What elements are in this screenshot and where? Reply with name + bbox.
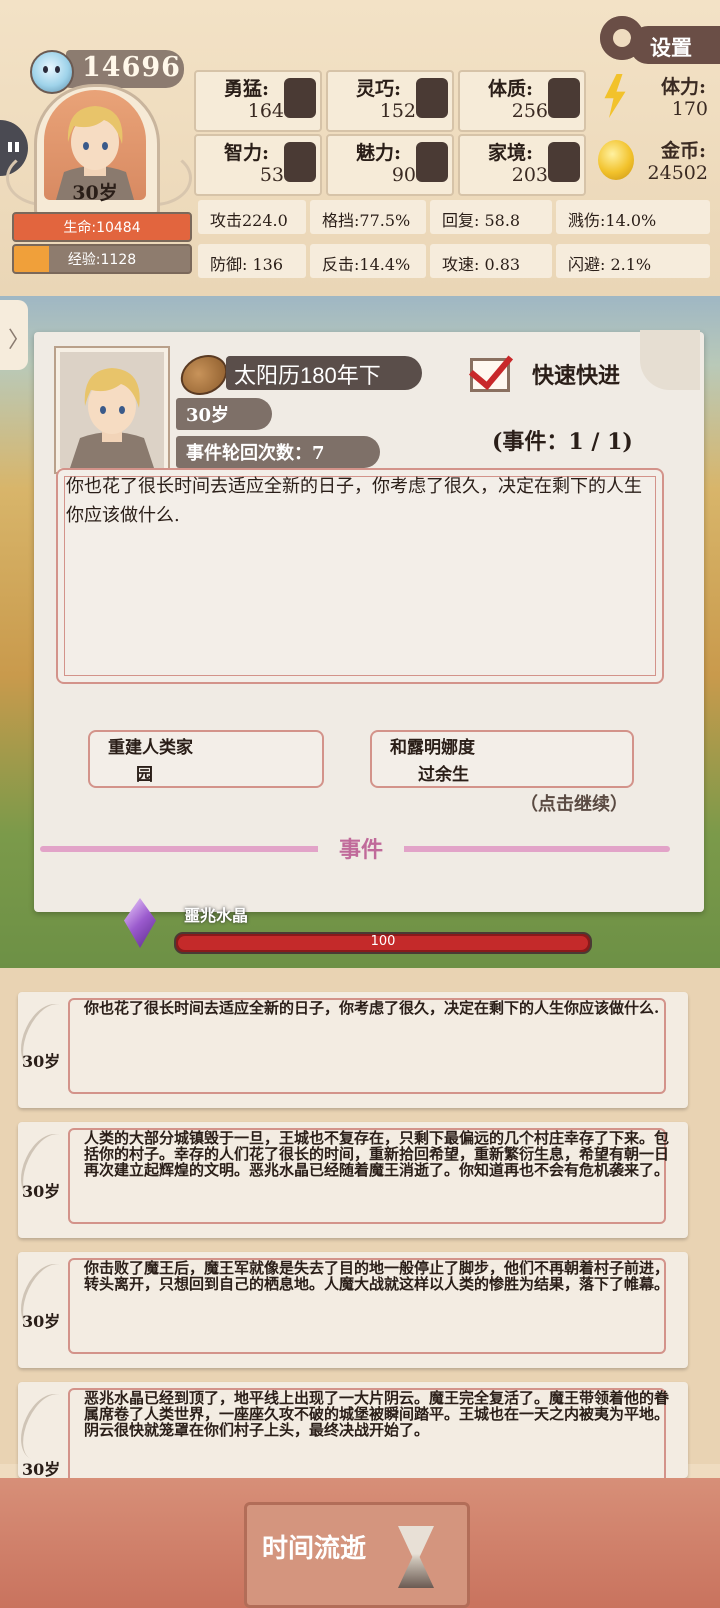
combat-stat: 反击:14.4% — [322, 255, 411, 274]
log-entry: 30岁 人类的大部分城镇毁于一旦，王城也不复存在，只剩下最偏远的几个村庄幸存了下… — [11, 1122, 688, 1238]
combat-evade: 闪避: 2.1% — [556, 244, 710, 278]
combat-block: 格挡:77.5% — [310, 200, 426, 234]
paper-curl — [640, 330, 700, 390]
log-age: 30岁 — [22, 1460, 61, 1478]
exp-bar: 经验:1128 — [12, 244, 192, 274]
stat-family: 家境: 203 — [458, 134, 586, 196]
stat-label: 勇猛: — [224, 78, 270, 100]
crystal-name: 噩兆水晶 — [184, 906, 249, 925]
stamina-label: 体力: — [660, 76, 706, 98]
stat-value: 152 — [379, 100, 416, 122]
time-pass-label[interactable]: 时间流逝 — [262, 1528, 366, 1565]
hand-icon — [416, 78, 448, 118]
log-text: 你击败了魔王后，魔王军就像是失去了目的地一般停止了脚步，他们不再朝着村子前进，转… — [84, 1259, 670, 1293]
combat-stat: 回复: 58.8 — [442, 211, 521, 230]
muscle-icon — [548, 78, 580, 118]
stat-label: 体质: — [488, 78, 534, 100]
combat-stat: 闪避: 2.1% — [568, 255, 652, 274]
side-expand-button[interactable]: 〉 — [0, 300, 31, 370]
fast-forward-label[interactable]: 快速快进 — [532, 358, 620, 390]
log-text: 恶兆水晶已经到顶了，地平线上出现了一大片阴云。魔王完全复活了。魔王带领着他的眷属… — [84, 1389, 670, 1439]
combat-counter: 反击:14.4% — [310, 244, 426, 278]
stat-label: 灵巧: — [356, 78, 402, 100]
stat-agility: 灵巧: 152 — [326, 70, 454, 132]
character-portrait-icon — [60, 352, 164, 468]
stat-label: 魅力: — [356, 142, 402, 164]
soul-icon — [30, 50, 74, 94]
event-age: 30岁 — [186, 405, 230, 426]
stat-value: 90 — [391, 164, 416, 186]
bag-icon — [548, 142, 580, 182]
exp-text: 经验:1128 — [67, 252, 137, 268]
crystal-bar: 100 — [174, 932, 592, 954]
log-age: 30岁 — [22, 1182, 61, 1201]
combat-stat: 攻速: 0.83 — [442, 255, 521, 274]
log-entry: 30岁 恶兆水晶已经到顶了，地平线上出现了一大片阴云。魔王完全复活了。魔王带领着… — [18, 1382, 688, 1478]
score-value: 14696 — [82, 52, 181, 83]
combat-stat: 格挡:77.5% — [322, 211, 411, 230]
stat-label: 智力: — [224, 142, 270, 164]
combat-stat: 攻击224.0 — [210, 211, 288, 230]
stat-label: 家境: — [488, 142, 534, 164]
life-text: 生命:10484 — [63, 220, 141, 236]
combat-splash: 溅伤:14.0% — [556, 200, 710, 234]
gold-label: 金币: — [660, 140, 706, 162]
fist-icon — [284, 78, 316, 118]
choice-lumina-button[interactable]: 和露明娜度 过余生 — [370, 730, 634, 788]
event-cycles: 事件轮回次数：7 — [186, 443, 325, 464]
log-text: 你也花了很长时间去适应全新的日子，你考虑了很久，决定在剩下的人生你应该做什么. — [84, 999, 660, 1017]
stat-value: 256 — [511, 100, 548, 122]
crystal-value: 100 — [370, 934, 396, 949]
stat-constitution: 体质: 256 — [458, 70, 586, 132]
life-bar: 生命:10484 — [12, 212, 192, 242]
combat-stat: 防御: 136 — [210, 255, 284, 274]
choice-label: 过余生 — [418, 765, 469, 785]
combat-attack: 攻击224.0 — [198, 200, 306, 234]
event-portrait — [54, 346, 170, 474]
combat-stat: 溅伤:14.0% — [568, 211, 657, 230]
gold-value: 24502 — [647, 162, 708, 184]
settings-label[interactable]: 设置 — [650, 32, 692, 62]
stat-courage: 勇猛: 164 — [194, 70, 322, 132]
event-text: 你也花了很长时间去适应全新的日子，你考虑了很久，决定在剩下的人生你应该做什么. — [66, 476, 642, 526]
stat-value: 164 — [247, 100, 284, 122]
event-count: (事件：1 / 1) — [492, 429, 633, 455]
gold-display: 金币: 24502 — [594, 134, 712, 192]
stat-value: 203 — [511, 164, 548, 186]
brain-icon — [284, 142, 316, 182]
fast-forward-checkbox[interactable] — [470, 358, 510, 392]
choice-label: 园 — [136, 765, 153, 785]
coin-icon — [598, 140, 634, 180]
combat-regen: 回复: 58.8 — [430, 200, 552, 234]
stat-intelligence: 智力: 53 — [194, 134, 322, 196]
stat-value: 53 — [259, 164, 284, 186]
choice-rebuild-button[interactable]: 重建人类家 园 — [88, 730, 324, 788]
log-entry: 30岁 你击败了魔王后，魔王军就像是失去了目的地一般停止了脚步，他们不再朝着村子… — [11, 1252, 688, 1368]
flower-icon — [416, 142, 448, 182]
combat-defense: 防御: 136 — [198, 244, 306, 278]
log-age: 30岁 — [22, 1052, 61, 1071]
log-entry: 30岁 你也花了很长时间去适应全新的日子，你考虑了很久，决定在剩下的人生你应该做… — [11, 992, 688, 1108]
log-text: 人类的大部分城镇毁于一旦，王城也不复存在，只剩下最偏远的几个村庄幸存了下来。包括… — [84, 1129, 670, 1179]
choice-label: 和露明娜度 — [390, 738, 475, 758]
choice-label: 重建人类家 — [108, 738, 193, 758]
stamina-display: 体力: 170 — [594, 70, 712, 128]
log-age: 30岁 — [22, 1312, 61, 1331]
age-label: 30岁 — [72, 182, 118, 204]
chevron-right-icon: 〉 — [8, 328, 31, 353]
continue-hint[interactable]: （点击继续） — [520, 790, 628, 816]
lightning-icon — [604, 74, 626, 118]
stamina-value: 170 — [671, 98, 708, 120]
combat-speed: 攻速: 0.83 — [430, 244, 552, 278]
event-date: 太阳历180年下 — [234, 363, 381, 388]
stat-charm: 魅力: 90 — [326, 134, 454, 196]
event-section-label: 事件 — [318, 832, 404, 866]
